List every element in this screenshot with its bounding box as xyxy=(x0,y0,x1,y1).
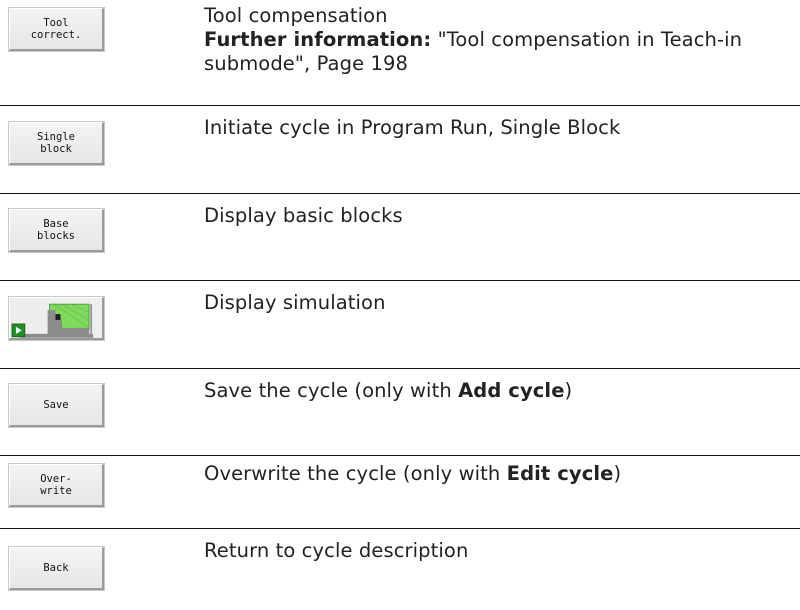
row-description: Save the cycle (only with Add cycle) xyxy=(196,369,572,403)
display-simulation-softkey[interactable] xyxy=(8,296,105,341)
row-description: Initiate cycle in Program Run, Single Bl… xyxy=(196,106,620,140)
table-row: Display simulation xyxy=(0,280,800,368)
row-title-end: ) xyxy=(613,462,622,485)
edit-cycle-term: Edit cycle xyxy=(506,462,614,485)
table-row: Tool correct. Tool compensation Further … xyxy=(0,0,800,105)
row-description: Display basic blocks xyxy=(196,194,403,228)
further-information: Further information: "Tool compensation … xyxy=(204,28,800,76)
row-description: Tool compensation Further information: "… xyxy=(196,0,800,76)
table-row: Back Return to cycle description xyxy=(0,528,800,610)
row-title: Return to cycle description xyxy=(204,539,469,562)
row-title-end: ) xyxy=(564,379,573,402)
back-softkey[interactable]: Back xyxy=(8,546,105,591)
overwrite-softkey[interactable]: Over- write xyxy=(8,463,105,508)
softkey-table: Tool correct. Tool compensation Further … xyxy=(0,0,800,610)
table-row: Save Save the cycle (only with Add cycle… xyxy=(0,368,800,455)
row-title: Save the cycle (only with xyxy=(204,379,459,402)
single-block-softkey[interactable]: Single block xyxy=(8,121,105,166)
simulation-icon xyxy=(10,298,102,338)
row-title: Tool compensation xyxy=(204,4,388,27)
table-row: Base blocks Display basic blocks xyxy=(0,193,800,280)
add-cycle-term: Add cycle xyxy=(458,379,565,402)
save-softkey[interactable]: Save xyxy=(8,383,105,428)
table-row: Over- write Overwrite the cycle (only wi… xyxy=(0,455,800,528)
row-title: Initiate cycle in Program Run, Single Bl… xyxy=(204,116,621,139)
row-title: Display simulation xyxy=(204,291,386,314)
further-information-label: Further information: xyxy=(204,28,432,51)
base-blocks-softkey[interactable]: Base blocks xyxy=(8,208,105,253)
row-description: Display simulation xyxy=(196,281,386,315)
row-description: Overwrite the cycle (only with Edit cycl… xyxy=(196,456,621,486)
row-description: Return to cycle description xyxy=(196,529,468,563)
table-row: Single block Initiate cycle in Program R… xyxy=(0,105,800,193)
row-title: Display basic blocks xyxy=(204,204,403,227)
row-title: Overwrite the cycle (only with xyxy=(204,462,507,485)
tool-correct-softkey[interactable]: Tool correct. xyxy=(8,7,105,52)
